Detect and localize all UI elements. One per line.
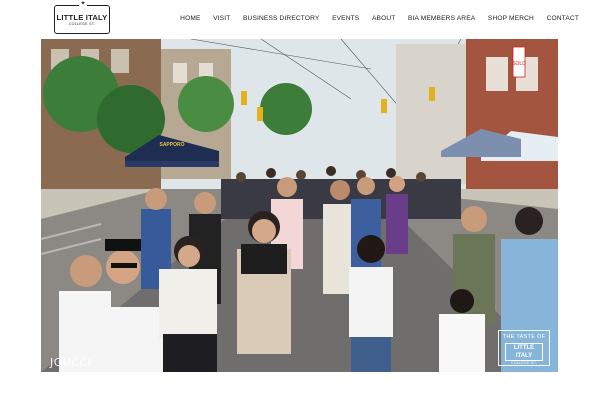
taste-of-little-italy-badge: THE TASTE OF LITTLE ITALY COLLEGE ST.: [498, 330, 550, 366]
logo-title: LITTLE ITALY: [56, 13, 108, 22]
street-festival-scene: SOLD SAPPORO: [41, 39, 558, 372]
photographer-watermark: JGUCCI: [50, 356, 92, 369]
site-header: ✦ LITTLE ITALY COLLEGE ST. HOME VISIT BU…: [0, 0, 600, 40]
nav-home[interactable]: HOME: [180, 15, 200, 22]
nav-business-directory[interactable]: BUSINESS DIRECTORY: [243, 15, 319, 22]
badge-main-text: LITTLE ITALY: [505, 343, 543, 361]
nav-visit[interactable]: VISIT: [213, 15, 230, 22]
crest-icon: ✦: [79, 1, 87, 7]
badge-top-text: THE TASTE OF: [502, 334, 546, 340]
nav-events[interactable]: EVENTS: [332, 15, 359, 22]
nav-bia-members-area[interactable]: BIA MEMBERS AREA: [408, 15, 475, 22]
sold-sign: SOLD: [512, 61, 526, 67]
nav-contact[interactable]: CONTACT: [547, 15, 579, 22]
nav-about[interactable]: ABOUT: [372, 15, 395, 22]
logo-subtitle: COLLEGE ST.: [68, 22, 96, 26]
nav-shop-merch[interactable]: SHOP MERCH: [488, 15, 534, 22]
main-nav: HOME VISIT BUSINESS DIRECTORY EVENTS ABO…: [180, 15, 579, 22]
badge-sub-text: COLLEGE ST.: [511, 361, 537, 365]
tent-sapporo-label: SAPPORO: [159, 142, 184, 148]
hero-photo: SOLD SAPPORO JGUCCI THE TASTE OF LITTLE …: [41, 39, 558, 372]
little-italy-logo[interactable]: ✦ LITTLE ITALY COLLEGE ST.: [54, 1, 110, 34]
